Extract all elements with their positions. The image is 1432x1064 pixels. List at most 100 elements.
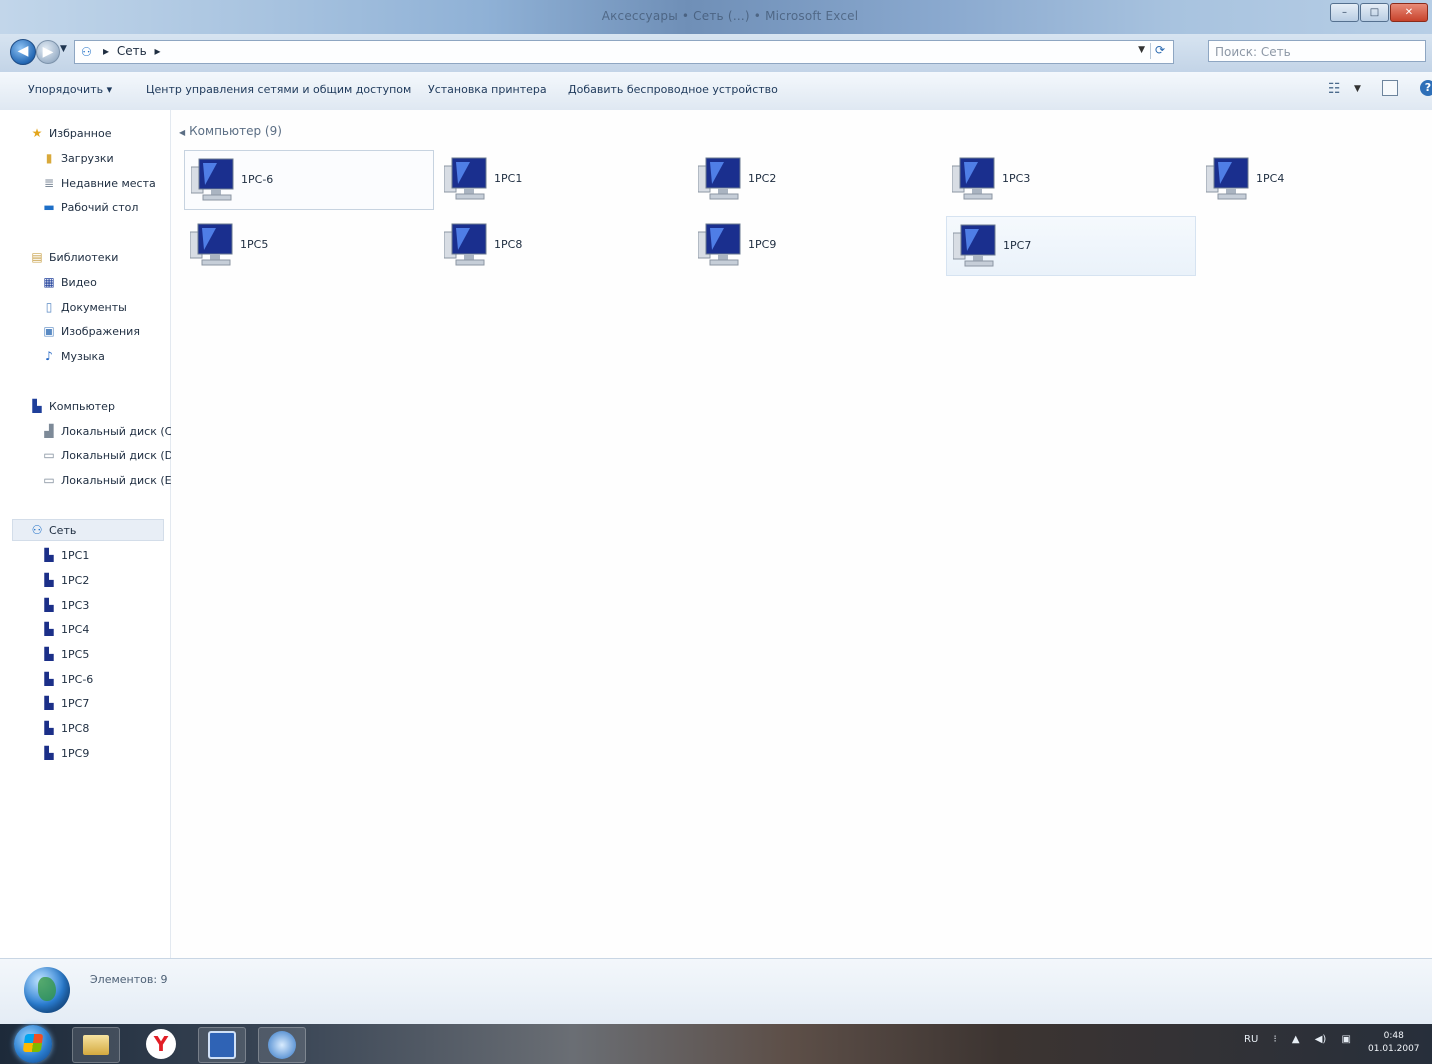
network-icon: ⚇ (81, 45, 92, 59)
computer-tile[interactable]: 1PC4 (1200, 150, 1432, 210)
taskbar-network-app-button[interactable] (258, 1027, 306, 1063)
desktop-icon: ▬ (43, 200, 55, 214)
nav-libraries[interactable]: ▤ Библиотеки (30, 246, 118, 268)
nav-network-pc[interactable]: ▙ 1PC3 (42, 594, 89, 616)
show-hidden-icons-icon[interactable]: ▲ (1292, 1034, 1300, 1045)
computer-tile[interactable]: 1PC1 (438, 150, 688, 210)
taskbar-explorer-button[interactable] (72, 1027, 120, 1063)
network-computer-icon (698, 157, 741, 200)
address-bar[interactable]: ⚇ ▸ Сеть ▸ ▼ ⟳ (74, 40, 1174, 64)
organize-button[interactable]: Упорядочить ▾ (28, 83, 112, 96)
computer-name: 1PC2 (748, 172, 777, 185)
recent-places-icon: ≣ (43, 176, 55, 190)
computer-icon: ▙ (44, 721, 54, 735)
computer-name: 1PC3 (1002, 172, 1031, 185)
computer-icon: ▙ (44, 672, 54, 686)
nav-disk-e[interactable]: ▭ Локальный диск (E (42, 469, 171, 491)
nav-favorites[interactable]: ★ Избранное (30, 122, 112, 144)
recent-pages-dropdown[interactable]: ▼ (60, 44, 67, 54)
nav-network[interactable]: ⚇ Сеть (12, 519, 164, 541)
network-center-button[interactable]: Центр управления сетями и общим доступом (146, 83, 411, 96)
computer-tile[interactable]: 1PC5 (184, 216, 434, 276)
computer-tile[interactable]: 1PC7 (946, 216, 1196, 276)
nav-network-pc[interactable]: ▙ 1PC4 (42, 618, 89, 640)
nav-disk-d[interactable]: ▭ Локальный диск (D (42, 444, 173, 466)
network-icon: ⚇ (31, 523, 43, 537)
computer-name: 1PC8 (494, 238, 523, 251)
clock-time: 0:48 (1383, 1031, 1404, 1041)
clock[interactable]: 0:48 01.01.2007 (1368, 1030, 1420, 1056)
breadcrumb-arrow-icon[interactable]: ▸ (103, 44, 109, 58)
breadcrumb-network[interactable]: Сеть (117, 44, 147, 58)
computer-name: 1PC4 (1256, 172, 1285, 185)
start-button[interactable] (14, 1025, 52, 1063)
nav-images[interactable]: ▣ Изображения (42, 320, 140, 342)
nav-network-pc[interactable]: ▙ 1PC2 (42, 569, 89, 591)
nav-recent-places[interactable]: ≣ Недавние места (42, 172, 156, 194)
nav-network-pc[interactable]: ▙ 1PC-6 (42, 668, 93, 690)
tray-drag-icon[interactable]: ⁝ (1273, 1034, 1276, 1045)
minimize-button[interactable]: – (1330, 3, 1359, 22)
add-wireless-device-button[interactable]: Добавить беспроводное устройство (568, 83, 778, 96)
back-button[interactable]: ◀ (10, 39, 36, 65)
taskbar-app-button[interactable] (198, 1027, 246, 1063)
nav-network-pc[interactable]: ▙ 1PC9 (42, 742, 89, 764)
network-computer-icon (190, 223, 233, 266)
yandex-browser-icon: Y (146, 1029, 176, 1059)
nav-video[interactable]: ▦ Видео (42, 271, 96, 293)
clock-date: 01.01.2007 (1368, 1044, 1420, 1054)
computer-tile[interactable]: 1PC8 (438, 216, 688, 276)
computer-icon: ▙ (44, 573, 54, 587)
refresh-button[interactable]: ⟳ (1150, 43, 1169, 59)
drive-icon: ▭ (43, 448, 55, 462)
nav-network-pc[interactable]: ▙ 1PC8 (42, 717, 89, 739)
volume-icon[interactable]: ◀) (1315, 1034, 1327, 1045)
computer-icon: ▙ (44, 598, 54, 612)
nav-music[interactable]: ♪ Музыка (42, 345, 105, 367)
window-controls: – □ ✕ (1329, 3, 1428, 22)
change-view-icon[interactable]: ☷ (1328, 81, 1341, 97)
details-pane: Элементов: 9 (0, 958, 1432, 1025)
documents-icon: ▯ (45, 300, 53, 314)
nav-computer[interactable]: ▙ Компьютер (30, 395, 115, 417)
view-dropdown-icon[interactable]: ▼ (1354, 84, 1361, 94)
address-dropdown-icon[interactable]: ▼ (1138, 45, 1145, 55)
network-status-icon[interactable]: ▣ (1342, 1034, 1351, 1045)
close-button[interactable]: ✕ (1390, 3, 1428, 22)
taskbar-yandex-button[interactable]: Y (138, 1027, 184, 1061)
windows-logo-icon (22, 1034, 44, 1052)
forward-button[interactable]: ▶ (36, 40, 60, 64)
search-input[interactable]: Поиск: Сеть (1208, 40, 1426, 62)
nav-downloads[interactable]: ▮ Загрузки (42, 147, 114, 169)
title-bar: Аксессуары • Сеть (…) • Microsoft Excel … (0, 0, 1432, 34)
system-tray: RU ⁝ ▲ ◀) ▣ (1244, 1034, 1363, 1045)
network-computer-icon (444, 157, 487, 200)
nav-network-pc[interactable]: ▙ 1PC1 (42, 544, 89, 566)
computer-tile[interactable]: 1PC9 (692, 216, 942, 276)
nav-desktop[interactable]: ▬ Рабочий стол (42, 196, 138, 218)
nav-documents[interactable]: ▯ Документы (42, 296, 127, 318)
nav-network-pc[interactable]: ▙ 1PC5 (42, 643, 89, 665)
computer-icon: ▙ (44, 622, 54, 636)
nav-network-pc[interactable]: ▙ 1PC7 (42, 692, 89, 714)
preview-pane-icon[interactable] (1382, 80, 1398, 96)
folder-icon (83, 1035, 109, 1055)
network-computer-icon (952, 157, 995, 200)
language-indicator[interactable]: RU (1244, 1034, 1258, 1045)
breadcrumb: ▸ Сеть ▸ (103, 44, 165, 58)
video-icon: ▦ (43, 275, 55, 289)
collapse-arrow-icon: ◀ (179, 128, 186, 137)
install-printer-button[interactable]: Установка принтера (428, 83, 547, 96)
nav-disk-c[interactable]: ▟ Локальный диск (C (42, 420, 172, 442)
computer-tile[interactable]: 1PC3 (946, 150, 1196, 210)
maximize-button[interactable]: □ (1360, 3, 1389, 22)
group-header[interactable]: ◀ Компьютер (9) (179, 124, 282, 138)
images-icon: ▣ (43, 324, 55, 338)
computer-tile[interactable]: 1PC2 (692, 150, 942, 210)
breadcrumb-chevron-icon[interactable]: ▸ (155, 44, 161, 58)
command-bar: Упорядочить ▾ Центр управления сетями и … (0, 72, 1432, 111)
system-drive-icon: ▟ (44, 424, 54, 438)
item-count: Элементов: 9 (90, 973, 168, 986)
computer-tile[interactable]: 1PC-6 (184, 150, 434, 210)
help-icon[interactable]: ? (1420, 80, 1432, 96)
